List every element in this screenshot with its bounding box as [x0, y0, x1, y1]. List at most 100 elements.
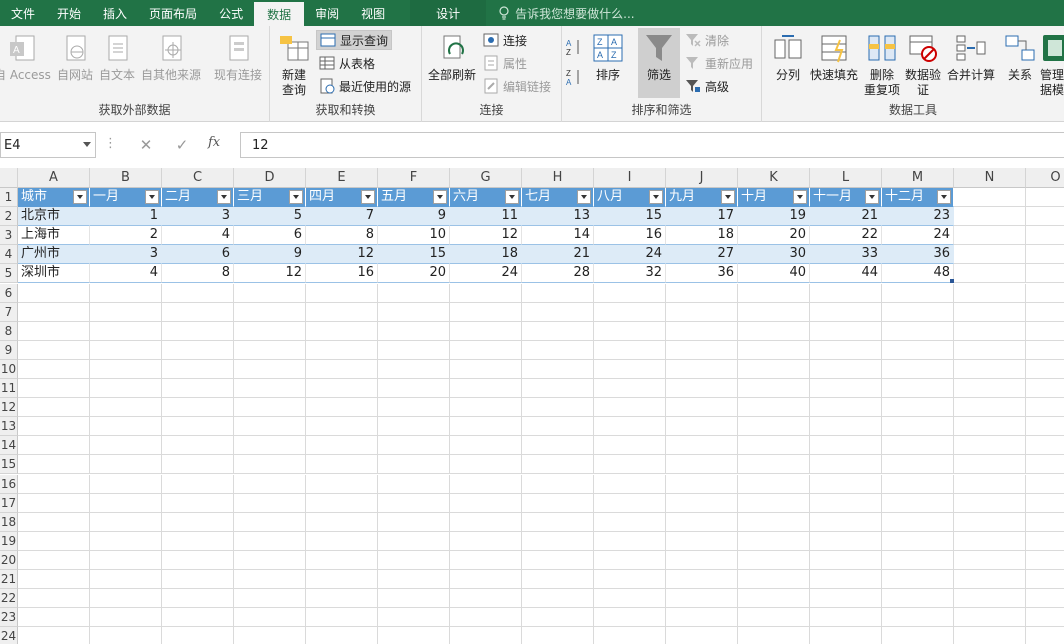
table-cell-value[interactable]: 15 — [594, 207, 666, 227]
row-header[interactable]: 10 — [0, 359, 18, 379]
cell[interactable] — [954, 608, 1026, 628]
sort-descending-button[interactable]: ZA — [566, 66, 586, 87]
cell[interactable] — [234, 417, 306, 437]
table-cell-value[interactable]: 48 — [882, 264, 954, 284]
cell[interactable] — [738, 589, 810, 609]
cell[interactable] — [810, 550, 882, 570]
cell[interactable] — [234, 398, 306, 418]
table-cell-value[interactable]: 5 — [234, 207, 306, 227]
cell[interactable] — [1026, 207, 1064, 227]
cell[interactable] — [810, 436, 882, 456]
cell[interactable] — [234, 302, 306, 322]
table-cell-value[interactable]: 14 — [522, 226, 594, 246]
from-other-sources-button[interactable]: 自其他来源 — [141, 32, 201, 83]
filter-button[interactable]: 筛选 — [638, 28, 680, 98]
cell[interactable] — [1026, 341, 1064, 360]
table-cell-value[interactable]: 28 — [522, 264, 594, 284]
cell[interactable] — [162, 493, 234, 513]
table-header-cell[interactable]: 八月 — [594, 188, 666, 207]
table-cell-value[interactable]: 1 — [90, 207, 162, 227]
cell[interactable] — [306, 474, 378, 494]
cell[interactable] — [666, 359, 738, 379]
cell[interactable] — [954, 417, 1026, 437]
cell[interactable] — [594, 436, 666, 456]
table-cell-value[interactable]: 12 — [306, 245, 378, 265]
cell[interactable] — [306, 379, 378, 398]
cell[interactable] — [594, 550, 666, 570]
cell[interactable] — [1026, 589, 1064, 609]
cell[interactable] — [810, 283, 882, 303]
name-box[interactable]: E4 — [0, 132, 96, 158]
filter-dropdown-icon[interactable] — [289, 190, 303, 204]
cell[interactable] — [450, 512, 522, 532]
column-header[interactable]: L — [810, 168, 882, 188]
cell[interactable] — [882, 417, 954, 437]
cell[interactable] — [450, 589, 522, 609]
cell[interactable] — [954, 302, 1026, 322]
cell[interactable] — [162, 531, 234, 551]
column-header[interactable]: O — [1026, 168, 1064, 188]
cell[interactable] — [954, 340, 1026, 360]
column-header[interactable]: B — [90, 168, 162, 188]
table-cell-city[interactable]: 北京市 — [18, 207, 90, 227]
cell[interactable] — [450, 550, 522, 570]
cell[interactable] — [378, 531, 450, 551]
table-cell-value[interactable]: 11 — [450, 207, 522, 227]
cell[interactable] — [738, 359, 810, 379]
cell[interactable] — [378, 359, 450, 379]
cell[interactable] — [738, 340, 810, 360]
table-resize-handle[interactable] — [950, 278, 954, 283]
cell[interactable] — [954, 493, 1026, 513]
table-cell-value[interactable]: 3 — [90, 245, 162, 265]
cell[interactable] — [954, 550, 1026, 570]
cell[interactable] — [450, 531, 522, 551]
column-header[interactable]: F — [378, 168, 450, 188]
cell[interactable] — [306, 512, 378, 532]
cell[interactable] — [234, 283, 306, 303]
cell[interactable] — [378, 455, 450, 475]
cell[interactable] — [234, 570, 306, 589]
cell[interactable] — [18, 379, 90, 398]
cell[interactable] — [90, 627, 162, 644]
cell[interactable] — [594, 608, 666, 628]
table-cell-value[interactable]: 4 — [162, 226, 234, 246]
flash-fill-button[interactable]: 快速填充 — [810, 32, 858, 83]
cell[interactable] — [18, 570, 90, 589]
connections-button[interactable]: 连接 — [480, 30, 530, 50]
cell[interactable] — [90, 283, 162, 303]
cell[interactable] — [1026, 494, 1064, 513]
cell[interactable] — [18, 340, 90, 360]
cell[interactable] — [90, 379, 162, 398]
cell[interactable] — [522, 531, 594, 551]
cell[interactable] — [162, 398, 234, 418]
cell[interactable] — [1026, 475, 1064, 494]
cell[interactable] — [882, 550, 954, 570]
cell[interactable] — [450, 398, 522, 418]
cell[interactable] — [1026, 455, 1064, 475]
tab-view[interactable]: 视图 — [350, 0, 396, 26]
cell[interactable] — [1026, 608, 1064, 628]
cell[interactable] — [738, 531, 810, 551]
filter-dropdown-icon[interactable] — [937, 190, 951, 204]
cell[interactable] — [954, 245, 1026, 265]
cell[interactable] — [1026, 570, 1064, 589]
cell[interactable] — [234, 321, 306, 341]
cell[interactable] — [162, 417, 234, 437]
table-cell-value[interactable]: 16 — [306, 264, 378, 284]
cell[interactable] — [162, 359, 234, 379]
cell[interactable] — [234, 627, 306, 644]
recent-sources-button[interactable]: 最近使用的源 — [316, 76, 414, 96]
cell[interactable] — [666, 474, 738, 494]
cell[interactable] — [90, 398, 162, 418]
cell[interactable] — [522, 608, 594, 628]
cell[interactable] — [522, 512, 594, 532]
tab-formulas[interactable]: 公式 — [208, 0, 254, 26]
table-cell-value[interactable]: 10 — [378, 226, 450, 246]
cell[interactable] — [594, 283, 666, 303]
cell[interactable] — [522, 379, 594, 398]
cell[interactable] — [810, 359, 882, 379]
cell[interactable] — [594, 340, 666, 360]
cell[interactable] — [954, 207, 1026, 227]
cell[interactable] — [810, 608, 882, 628]
table-cell-city[interactable]: 广州市 — [18, 245, 90, 265]
